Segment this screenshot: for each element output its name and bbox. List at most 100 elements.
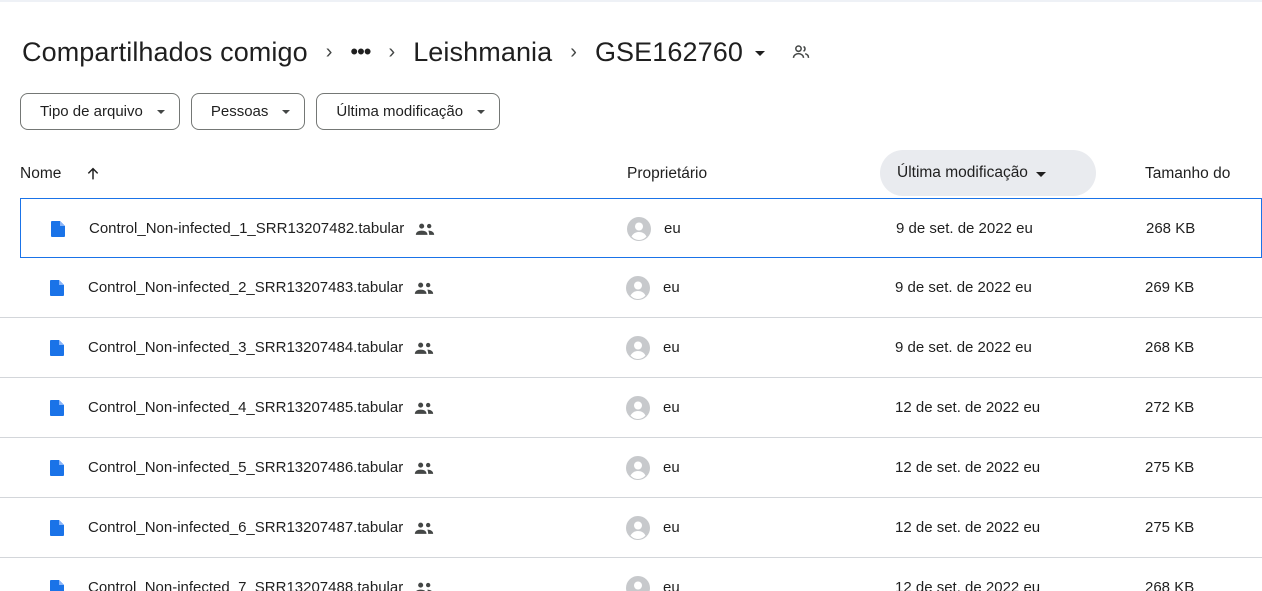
- file-name-cell: Control_Non-infected_3_SRR13207484.tabul…: [49, 318, 434, 377]
- filter-label: Tipo de arquivo: [40, 103, 143, 120]
- file-name: Control_Non-infected_4_SRR13207485.tabul…: [88, 399, 404, 416]
- file-name-cell: Control_Non-infected_2_SRR13207483.tabul…: [49, 258, 434, 317]
- file-name-cell: Control_Non-infected_1_SRR13207482.tabul…: [50, 199, 435, 258]
- breadcrumb-separator-icon: ›: [325, 41, 333, 63]
- owner-cell: eu: [627, 199, 681, 258]
- file-name-cell: Control_Non-infected_4_SRR13207485.tabul…: [49, 378, 434, 437]
- file-size: 275 KB: [1145, 459, 1195, 476]
- shared-icon: [414, 341, 434, 355]
- column-header-name[interactable]: Nome: [20, 150, 101, 198]
- table-row[interactable]: Control_Non-infected_5_SRR13207486.tabul…: [0, 438, 1262, 498]
- breadcrumb-more-button[interactable]: •••: [348, 30, 372, 74]
- document-file-icon: [49, 519, 65, 537]
- avatar: [627, 216, 651, 241]
- breadcrumb-shared-with-me[interactable]: Compartilhados comigo: [20, 30, 310, 74]
- owner-name: eu: [663, 579, 680, 591]
- file-name: Control_Non-infected_2_SRR13207483.tabul…: [88, 279, 404, 296]
- file-size: 268 KB: [1145, 339, 1195, 356]
- breadcrumb: Compartilhados comigo › ••• › Leishmania…: [20, 30, 811, 74]
- filter-bar: Tipo de arquivo Pessoas Última modificaç…: [20, 93, 501, 130]
- file-name: Control_Non-infected_1_SRR13207482.tabul…: [89, 220, 405, 237]
- modified-date: 12 de set. de 2022 eu: [895, 459, 1041, 476]
- filter-people[interactable]: Pessoas: [190, 93, 306, 130]
- breadcrumb-current-folder[interactable]: GSE162760: [593, 30, 765, 74]
- table-row[interactable]: Control_Non-infected_7_SRR13207488.tabul…: [0, 558, 1262, 591]
- owner-cell: eu: [626, 498, 680, 557]
- dropdown-arrow-icon: [282, 109, 291, 114]
- modified-date: 12 de set. de 2022 eu: [895, 579, 1041, 591]
- modified-date: 12 de set. de 2022 eu: [895, 519, 1041, 536]
- table-row[interactable]: Control_Non-infected_6_SRR13207487.tabul…: [0, 498, 1262, 558]
- file-name-cell: Control_Non-infected_6_SRR13207487.tabul…: [49, 498, 434, 557]
- table-row[interactable]: Control_Non-infected_4_SRR13207485.tabul…: [0, 378, 1262, 438]
- owner-name: eu: [664, 220, 681, 237]
- shared-icon: [414, 521, 434, 535]
- document-file-icon: [49, 279, 65, 297]
- current-folder-label: GSE162760: [594, 37, 743, 67]
- shared-icon: [415, 222, 435, 236]
- owner-name: eu: [663, 339, 680, 356]
- owner-cell: eu: [626, 558, 680, 591]
- dropdown-arrow-icon: [156, 109, 165, 114]
- shared-icon: [414, 461, 434, 475]
- dropdown-arrow-icon: [477, 109, 486, 114]
- modified-date: 12 de set. de 2022 eu: [895, 399, 1041, 416]
- column-label: Última modificação: [897, 164, 1028, 181]
- file-size: 275 KB: [1145, 519, 1195, 536]
- breadcrumb-separator-icon: ›: [388, 41, 396, 63]
- drive-file-list: Compartilhados comigo › ••• › Leishmania…: [0, 0, 1262, 591]
- file-name-cell: Control_Non-infected_7_SRR13207488.tabul…: [49, 558, 434, 591]
- filter-label: Pessoas: [210, 103, 269, 120]
- avatar: [626, 335, 650, 360]
- dropdown-arrow-icon: [1035, 171, 1046, 177]
- owner-cell: eu: [626, 378, 680, 437]
- owner-cell: eu: [626, 258, 680, 317]
- file-list: Control_Non-infected_1_SRR13207482.tabul…: [0, 198, 1262, 591]
- file-name: Control_Non-infected_3_SRR13207484.tabul…: [88, 339, 404, 356]
- file-name: Control_Non-infected_5_SRR13207486.tabul…: [88, 459, 404, 476]
- avatar: [626, 515, 650, 540]
- document-file-icon: [49, 339, 65, 357]
- column-label: Nome: [20, 165, 62, 182]
- filter-file-type[interactable]: Tipo de arquivo: [20, 93, 180, 130]
- table-row[interactable]: Control_Non-infected_1_SRR13207482.tabul…: [20, 198, 1262, 258]
- file-size: 272 KB: [1145, 399, 1195, 416]
- owner-cell: eu: [626, 318, 680, 377]
- caret-down-icon: [754, 50, 765, 56]
- file-size: 268 KB: [1146, 220, 1196, 237]
- document-file-icon: [50, 220, 66, 238]
- file-size: 268 KB: [1145, 579, 1195, 591]
- avatar: [626, 395, 650, 420]
- table-row[interactable]: Control_Non-infected_2_SRR13207483.tabul…: [0, 258, 1262, 318]
- avatar: [626, 275, 650, 300]
- owner-name: eu: [663, 459, 680, 476]
- file-name: Control_Non-infected_6_SRR13207487.tabul…: [88, 519, 404, 536]
- column-header-size[interactable]: Tamanho do: [1145, 150, 1230, 198]
- owner-cell: eu: [626, 438, 680, 497]
- shared-icon: [414, 401, 434, 415]
- owner-name: eu: [663, 519, 680, 536]
- shared-icon: [414, 581, 434, 591]
- document-file-icon: [49, 459, 65, 477]
- modified-date: 9 de set. de 2022 eu: [895, 279, 1032, 296]
- filter-last-modified[interactable]: Última modificação: [316, 93, 501, 130]
- shared-folder-icon[interactable]: [791, 42, 811, 62]
- document-file-icon: [49, 579, 65, 591]
- column-header-last-modified[interactable]: Última modificação: [880, 150, 1096, 196]
- file-name: Control_Non-infected_7_SRR13207488.tabul…: [88, 579, 404, 591]
- owner-name: eu: [663, 279, 680, 296]
- file-name-cell: Control_Non-infected_5_SRR13207486.tabul…: [49, 438, 434, 497]
- breadcrumb-separator-icon: ›: [570, 41, 577, 63]
- avatar: [626, 455, 650, 480]
- sort-ascending-arrow-icon[interactable]: [85, 166, 101, 182]
- owner-name: eu: [663, 399, 680, 416]
- modified-date: 9 de set. de 2022 eu: [896, 220, 1033, 237]
- document-file-icon: [49, 399, 65, 417]
- file-size: 269 KB: [1145, 279, 1195, 296]
- filter-label: Última modificação: [336, 103, 464, 120]
- column-header-owner[interactable]: Proprietário: [627, 150, 707, 198]
- modified-date: 9 de set. de 2022 eu: [895, 339, 1032, 356]
- shared-icon: [414, 281, 434, 295]
- breadcrumb-leishmania[interactable]: Leishmania: [411, 30, 554, 74]
- table-row[interactable]: Control_Non-infected_3_SRR13207484.tabul…: [0, 318, 1262, 378]
